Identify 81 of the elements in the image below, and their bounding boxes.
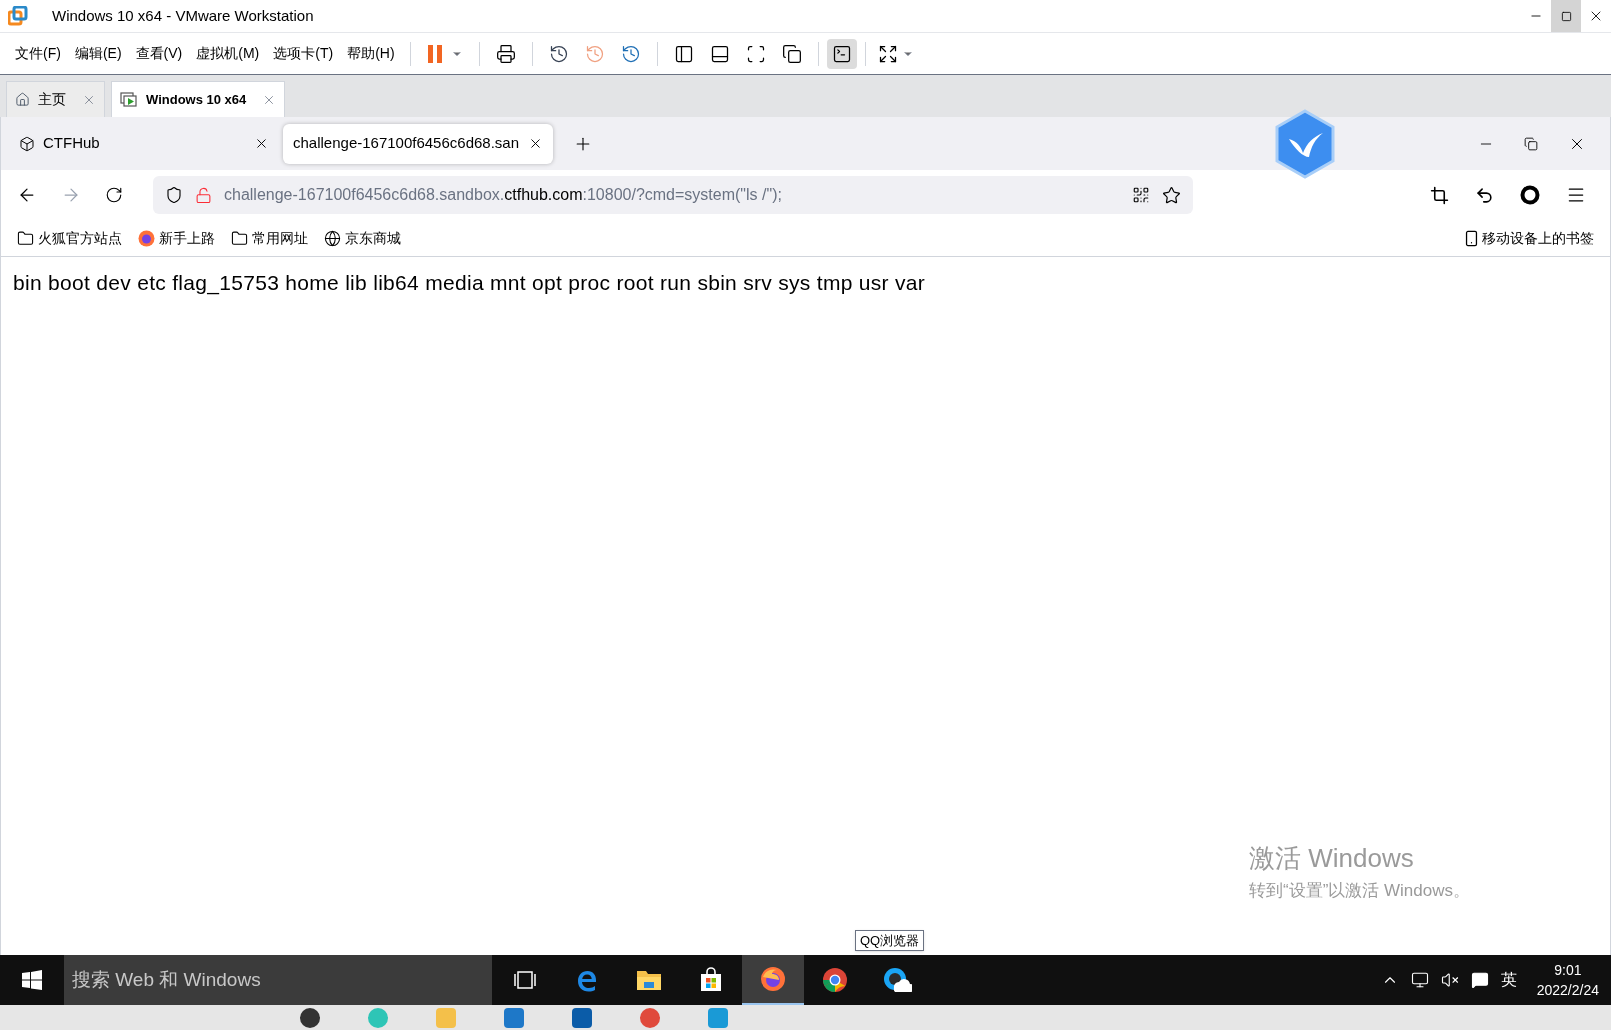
- vm-tab[interactable]: Windows 10 x64: [111, 81, 286, 117]
- unity-icon[interactable]: [781, 43, 802, 64]
- clock[interactable]: 9:01 2022/2/24: [1536, 960, 1599, 1000]
- ime-indicator[interactable]: 英: [1500, 968, 1517, 992]
- task-view-icon: [513, 969, 537, 991]
- fox-globe-icon: [138, 229, 155, 247]
- snapshot-icon[interactable]: [548, 43, 569, 64]
- thumbnail-bar-icon[interactable]: [709, 43, 730, 64]
- vm-tab-label: Windows 10 x64: [146, 90, 247, 109]
- tab-title: challenge-167100f6456c6d68.san: [293, 133, 520, 154]
- bookmark-label: 火狐官方站点: [38, 228, 122, 248]
- close-icon[interactable]: [254, 136, 269, 151]
- app-icon[interactable]: [572, 1007, 592, 1028]
- window-title: Windows 10 x64 - VMware Workstation: [52, 5, 314, 26]
- home-icon: [15, 92, 30, 107]
- bookmark-label: 京东商城: [345, 228, 401, 248]
- manage-clock-icon[interactable]: [620, 43, 641, 64]
- activation-hint: 转到“设置”以激活 Windows。: [1249, 879, 1470, 902]
- globe-icon: [324, 229, 341, 247]
- vmware-logo-icon: [8, 6, 28, 26]
- menu-item[interactable]: 选项卡(T): [266, 39, 341, 68]
- pause-icon: [426, 43, 443, 64]
- app-icon[interactable]: [300, 1007, 320, 1028]
- bookmark-label: 移动设备上的书签: [1482, 228, 1594, 248]
- restore-icon[interactable]: [1524, 136, 1538, 151]
- folder-icon: [17, 229, 34, 247]
- search-field[interactable]: 搜索 Web 和 Windows: [64, 955, 492, 1005]
- menu-item[interactable]: 查看(V): [128, 39, 190, 68]
- menu-item[interactable]: 编辑(E): [67, 39, 129, 68]
- close-icon[interactable]: [528, 136, 543, 151]
- maximize-button[interactable]: [1551, 0, 1581, 32]
- store-bag-icon: [698, 967, 724, 993]
- notification-icon[interactable]: [1470, 971, 1489, 989]
- cloud-q-icon: [882, 966, 912, 994]
- mobile-bookmarks[interactable]: 移动设备上的书签: [1463, 227, 1594, 249]
- console-button[interactable]: [826, 38, 857, 69]
- chrome-wheel-icon: [821, 966, 849, 994]
- menu-item[interactable]: 文件(F): [8, 39, 68, 68]
- reload-icon[interactable]: [105, 186, 123, 204]
- phone-icon: [1463, 229, 1480, 247]
- browser-tab[interactable]: challenge-167100f6456c6d68.san: [283, 123, 553, 164]
- folder-icon: [231, 229, 248, 247]
- shield-icon: [165, 186, 183, 204]
- windows-logo-icon[interactable]: [22, 970, 42, 990]
- menu-item[interactable]: 虚拟机(M): [189, 39, 267, 68]
- tab-title: CTFHub: [43, 133, 100, 154]
- bookmark-label: 新手上路: [159, 228, 215, 248]
- taskbar-app[interactable]: [742, 955, 804, 1005]
- maximize-icon: [1560, 10, 1572, 22]
- send-keys-icon[interactable]: [495, 43, 516, 64]
- undo-icon[interactable]: [1475, 185, 1494, 205]
- activation-title: 激活 Windows: [1249, 841, 1415, 875]
- bookmark-label: 常用网址: [252, 228, 308, 248]
- url-text: challenge-167100f6456c6d68.sandbox.ctfhub.com:10800/?cmd=system("ls /");: [224, 185, 782, 205]
- network-icon[interactable]: [1410, 971, 1429, 989]
- folder-icon: [635, 968, 663, 992]
- volume-muted-icon[interactable]: [1440, 971, 1459, 989]
- crop-icon[interactable]: [1430, 185, 1449, 205]
- crossed-lock-icon: [195, 186, 212, 204]
- bookmark[interactable]: 京东商城: [324, 227, 401, 249]
- fox-globe-icon: [759, 965, 787, 993]
- bird-hexagon-icon: [1273, 108, 1337, 179]
- expand-arrows-icon: [877, 43, 898, 64]
- sidebar-icon[interactable]: [673, 43, 694, 64]
- bookmark[interactable]: 常用网址: [231, 227, 308, 249]
- vm-tab[interactable]: 主页: [6, 81, 105, 117]
- terminal-icon: [831, 43, 852, 64]
- qr-code-icon[interactable]: [1132, 186, 1150, 204]
- bookmark-star-icon[interactable]: [1162, 185, 1181, 205]
- cube-icon: [19, 135, 35, 152]
- vm-tab-label: 主页: [38, 90, 66, 109]
- bookmark[interactable]: 火狐官方站点: [17, 227, 122, 249]
- address-bar[interactable]: challenge-167100f6456c6d68.sandbox.ctfhub.com:10800/?cmd=system("ls /");: [153, 176, 1193, 214]
- page-output: bin boot dev etc flag_15753 home lib lib64 media mnt opt proc root run sbin srv sys tmp usr var: [13, 270, 927, 297]
- bookmark[interactable]: 新手上路: [138, 227, 215, 249]
- fullscreen-icon[interactable]: [745, 43, 766, 64]
- tooltip: QQ浏览器: [855, 929, 925, 951]
- menu-item[interactable]: 帮助(H): [340, 39, 402, 68]
- ring-icon[interactable]: [1520, 185, 1540, 205]
- play-window-icon: [120, 91, 138, 108]
- browser-tab[interactable]: CTFHub: [9, 123, 279, 164]
